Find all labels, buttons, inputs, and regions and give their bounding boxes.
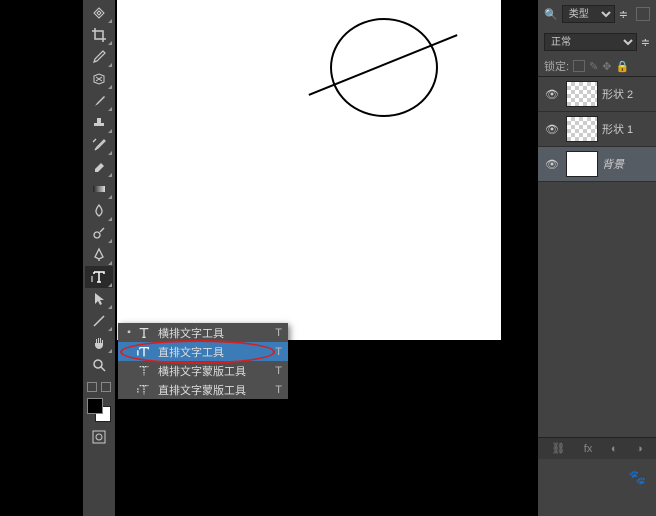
- layer-thumbnail[interactable]: [566, 81, 598, 107]
- lock-brush-icon[interactable]: ✎: [589, 60, 598, 73]
- lock-label: 锁定:: [544, 58, 569, 74]
- search-icon[interactable]: 🔍: [544, 8, 558, 21]
- tool-heal[interactable]: [85, 2, 113, 24]
- layer-row-shape2[interactable]: 👁 形状 2: [538, 77, 656, 112]
- layer-row-shape1[interactable]: 👁 形状 1: [538, 112, 656, 147]
- visibility-icon[interactable]: 👁: [542, 88, 562, 101]
- tool-patch[interactable]: [85, 68, 113, 90]
- lock-move-icon[interactable]: ✥: [602, 60, 611, 73]
- layers-bottom-toolbar: ⛓ fx ◐ ◑: [538, 437, 656, 459]
- visibility-icon[interactable]: 👁: [542, 158, 562, 171]
- foreground-color[interactable]: [87, 398, 103, 414]
- flyout-label: 直排文字蒙版工具: [154, 382, 270, 398]
- tool-path-select[interactable]: [85, 288, 113, 310]
- tool-gradient[interactable]: [85, 178, 113, 200]
- layer-name: 背景: [602, 156, 652, 172]
- tool-hand[interactable]: [85, 332, 113, 354]
- fx-icon[interactable]: fx: [584, 443, 593, 455]
- shortcut-label: T: [270, 365, 282, 377]
- tool-dodge[interactable]: [85, 222, 113, 244]
- link-icon[interactable]: ⛓: [551, 442, 565, 455]
- type-mask-icon: [134, 364, 154, 378]
- watermark: 🐾: [629, 469, 646, 486]
- toolbox: [83, 0, 115, 516]
- lock-all-icon[interactable]: 🔒: [616, 60, 630, 73]
- shortcut-label: T: [270, 384, 282, 396]
- flyout-label: 直排文字工具: [154, 344, 270, 360]
- flyout-vertical-type[interactable]: 直排文字工具 T: [118, 342, 288, 361]
- type-icon: [134, 326, 154, 340]
- shortcut-label: T: [270, 346, 282, 358]
- tool-stamp[interactable]: [85, 112, 113, 134]
- visibility-icon[interactable]: 👁: [542, 123, 562, 136]
- active-marker: ▪: [124, 327, 134, 338]
- flyout-label: 横排文字工具: [154, 325, 270, 341]
- type-tool-flyout: ▪ 横排文字工具 T 直排文字工具 T 横排文字蒙版工具 T 直排文字蒙版工具 …: [118, 323, 288, 399]
- flyout-label: 横排文字蒙版工具: [154, 363, 270, 379]
- lock-transparent-icon[interactable]: [573, 60, 585, 72]
- vertical-type-icon: [134, 345, 154, 359]
- canvas-area[interactable]: [117, 0, 501, 340]
- color-swatch[interactable]: [85, 398, 113, 422]
- blend-mode-select[interactable]: 正常: [544, 33, 637, 51]
- layer-thumbnail[interactable]: [566, 116, 598, 142]
- flyout-vertical-type-mask[interactable]: 直排文字蒙版工具 T: [118, 380, 288, 399]
- shortcut-label: T: [270, 327, 282, 339]
- tool-line[interactable]: [85, 310, 113, 332]
- tool-brush[interactable]: [85, 90, 113, 112]
- color-mini-icons[interactable]: [85, 380, 113, 394]
- flyout-horizontal-type-mask[interactable]: 横排文字蒙版工具 T: [118, 361, 288, 380]
- tool-eyedropper[interactable]: [85, 46, 113, 68]
- vertical-type-mask-icon: [134, 383, 154, 397]
- tool-quickmask[interactable]: [85, 426, 113, 448]
- tool-eraser[interactable]: [85, 156, 113, 178]
- layers-panel: 🔍 类型 ≑ 正常 ≑ 锁定: ✎ ✥ 🔒 👁 形状 2 👁 形状 1 👁 背景…: [538, 0, 656, 516]
- filter-icons[interactable]: [636, 7, 650, 21]
- adjustment-icon[interactable]: ◑: [636, 443, 643, 455]
- filter-type-select[interactable]: 类型: [562, 5, 615, 23]
- tool-crop[interactable]: [85, 24, 113, 46]
- layer-name: 形状 1: [602, 121, 652, 137]
- circle-shape: [330, 18, 438, 117]
- tool-type[interactable]: [85, 266, 113, 288]
- tool-pen[interactable]: [85, 244, 113, 266]
- layer-name: 形状 2: [602, 86, 652, 102]
- tool-blur[interactable]: [85, 200, 113, 222]
- tool-zoom[interactable]: [85, 354, 113, 376]
- flyout-horizontal-type[interactable]: ▪ 横排文字工具 T: [118, 323, 288, 342]
- layer-row-background[interactable]: 👁 背景: [538, 147, 656, 182]
- tool-history-brush[interactable]: [85, 134, 113, 156]
- mask-icon[interactable]: ◐: [611, 443, 618, 455]
- layer-thumbnail[interactable]: [566, 151, 598, 177]
